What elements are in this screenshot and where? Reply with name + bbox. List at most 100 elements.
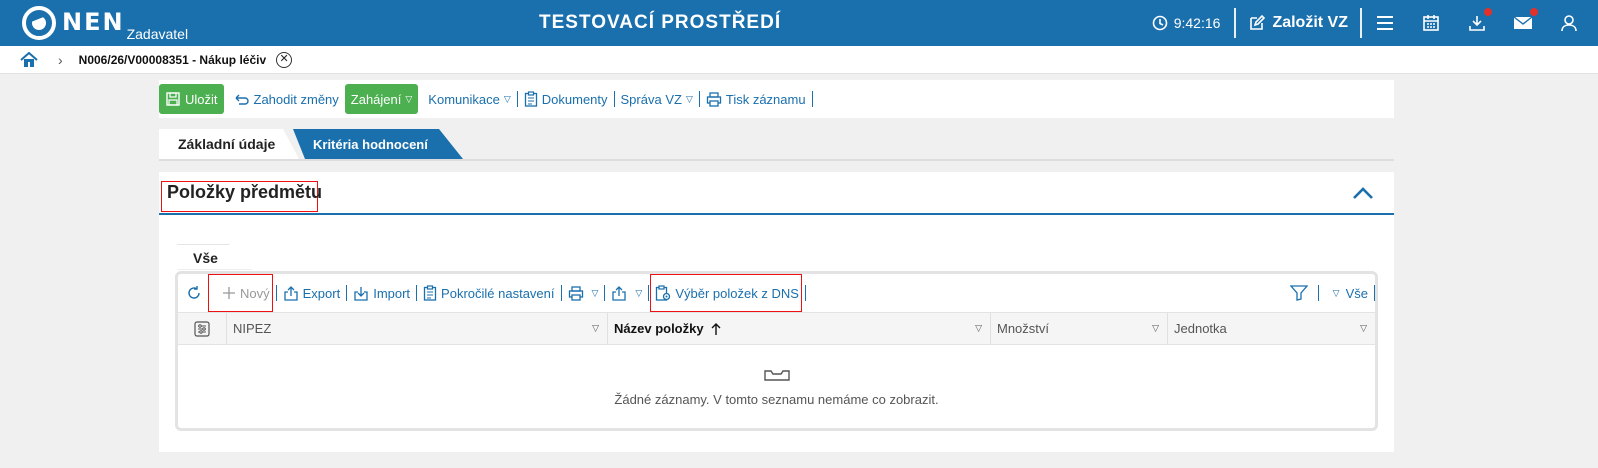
documents-button[interactable]: Dokumenty — [518, 91, 614, 107]
messages-button[interactable] — [1500, 0, 1546, 46]
user-icon — [1561, 15, 1577, 32]
notification-dot — [1530, 8, 1538, 16]
view-filter-dropdown[interactable]: ▽ Vše — [1319, 286, 1374, 301]
advanced-settings-button[interactable]: Pokročilé nastavení — [417, 285, 560, 301]
start-dropdown[interactable]: Zahájení ▽ — [344, 84, 419, 114]
tab-basic-info[interactable]: Základní údaje — [159, 129, 299, 159]
clock-time: 9:42:16 — [1173, 15, 1221, 31]
advanced-settings-label: Pokročilé nastavení — [441, 285, 555, 301]
form-tabs: Základní údaje Kritéria hodnocení — [159, 129, 1394, 161]
start-label: Zahájení — [350, 91, 402, 107]
communication-dropdown[interactable]: Komunikace ▽ — [422, 92, 516, 107]
session-clock: 9:42:16 — [1152, 15, 1221, 31]
mail-icon — [1513, 16, 1533, 29]
column-settings-icon — [194, 320, 210, 337]
chevron-right-icon: › — [58, 51, 63, 68]
divider — [1234, 8, 1237, 38]
user-button[interactable] — [1546, 0, 1592, 46]
items-section: Položky předmětu Vše Nový Export Import — [159, 172, 1394, 452]
discard-icon — [235, 94, 249, 105]
column-settings-cell[interactable] — [178, 313, 226, 344]
filter-icon — [1289, 285, 1308, 301]
section-header: Položky předmětu — [159, 172, 1394, 215]
action-toolbar: Uložit Zahodit změny Zahájení ▽ Komunika… — [159, 80, 1394, 118]
dropdown-arrow-icon: ▽ — [635, 287, 643, 298]
dropdown-arrow-icon: ▽ — [405, 93, 413, 104]
clipboard-icon — [524, 91, 537, 107]
export-label: Export — [302, 285, 341, 301]
column-label: NIPEZ — [233, 321, 272, 336]
column-label: Název položky — [614, 321, 704, 336]
items-grid: Nový Export Import Pokročilé nastavení ▽ — [175, 271, 1378, 431]
menu-button[interactable] — [1362, 0, 1408, 46]
export-icon — [612, 286, 627, 301]
breadcrumb-current[interactable]: N006/26/V00008351 - Nákup léčiv — [79, 53, 266, 67]
print-dropdown[interactable]: ▽ — [562, 285, 605, 301]
top-bar: NEN Zadavatel TESTOVACÍ PROSTŘEDÍ 9:42:1… — [0, 0, 1598, 46]
section-title: Položky předmětu — [167, 182, 323, 202]
export-icon — [283, 286, 298, 301]
downloads-button[interactable] — [1454, 0, 1500, 46]
manage-vz-label: Správa VZ — [620, 91, 682, 107]
empty-message: Žádné záznamy. V tomto seznamu nemáme co… — [614, 391, 939, 407]
clock-icon — [1152, 15, 1168, 31]
highlight-box — [650, 274, 802, 312]
manage-vz-dropdown[interactable]: Správa VZ ▽ — [615, 92, 699, 107]
printer-icon — [568, 285, 583, 301]
toolbar-separator — [811, 91, 813, 107]
breadcrumb: › N006/26/V00008351 - Nákup léčiv ✕ — [0, 46, 1598, 74]
toolbar-separator — [1374, 285, 1375, 301]
print-record-button[interactable]: Tisk záznamu — [700, 92, 812, 107]
home-icon — [20, 51, 38, 67]
notification-dot — [1484, 8, 1492, 16]
download-icon — [1469, 16, 1485, 31]
calendar-icon — [1423, 15, 1439, 31]
import-icon — [354, 287, 368, 301]
column-filter-icon[interactable]: ▽ — [975, 323, 982, 334]
tab-evaluation-criteria[interactable]: Kritéria hodnocení — [293, 129, 463, 159]
export-button[interactable]: Export — [277, 285, 347, 301]
empty-tray-icon — [763, 369, 790, 381]
empty-state: Žádné záznamy. V tomto seznamu nemáme co… — [178, 346, 1375, 428]
column-label: Jednotka — [1174, 321, 1227, 336]
column-header-quantity[interactable]: Množství ▽ — [990, 313, 1167, 344]
filter-button[interactable] — [1284, 285, 1318, 301]
column-header-unit[interactable]: Jednotka ▽ — [1167, 313, 1375, 344]
nen-logo[interactable]: NEN Zadavatel — [22, 4, 188, 42]
import-label: Import — [373, 285, 411, 301]
sort-ascending-icon — [711, 322, 721, 335]
calendar-button[interactable] — [1408, 0, 1454, 46]
logo-icon — [22, 6, 56, 40]
home-button[interactable] — [20, 50, 40, 70]
column-header-item-name[interactable]: Název položky ▽ — [607, 313, 990, 344]
column-filter-icon[interactable]: ▽ — [1152, 323, 1159, 334]
highlight-box — [208, 274, 273, 312]
discard-label: Zahodit změny — [253, 91, 339, 107]
discard-changes-button[interactable]: Zahodit změny — [228, 92, 345, 107]
tab-all[interactable]: Vše — [177, 244, 252, 270]
chevron-up-icon — [1353, 187, 1373, 199]
clipboard-icon — [423, 285, 437, 301]
toolbar-separator — [804, 285, 806, 301]
import-button[interactable]: Import — [347, 285, 416, 301]
printer-icon — [706, 91, 722, 107]
environment-title: TESTOVACÍ PROSTŘEDÍ — [539, 12, 782, 33]
column-header-nipez[interactable]: NIPEZ ▽ — [226, 313, 607, 344]
save-icon — [166, 92, 180, 106]
collapse-button[interactable] — [1352, 186, 1374, 205]
communication-label: Komunikace — [428, 91, 500, 107]
share-dropdown[interactable]: ▽ — [605, 285, 648, 301]
column-label: Množství — [997, 321, 1050, 336]
logo-text: NEN — [62, 8, 125, 36]
create-vz-button[interactable]: Založit VZ — [1236, 14, 1360, 32]
close-icon[interactable]: ✕ — [276, 51, 293, 68]
dropdown-arrow-icon: ▽ — [503, 93, 511, 104]
menu-icon — [1377, 16, 1393, 30]
edit-icon — [1250, 14, 1266, 30]
refresh-button[interactable] — [178, 285, 212, 301]
save-button[interactable]: Uložit — [159, 84, 224, 114]
column-filter-icon[interactable]: ▽ — [592, 323, 599, 334]
column-filter-icon[interactable]: ▽ — [1360, 323, 1367, 334]
documents-label: Dokumenty — [541, 91, 608, 107]
save-label: Uložit — [185, 91, 218, 107]
